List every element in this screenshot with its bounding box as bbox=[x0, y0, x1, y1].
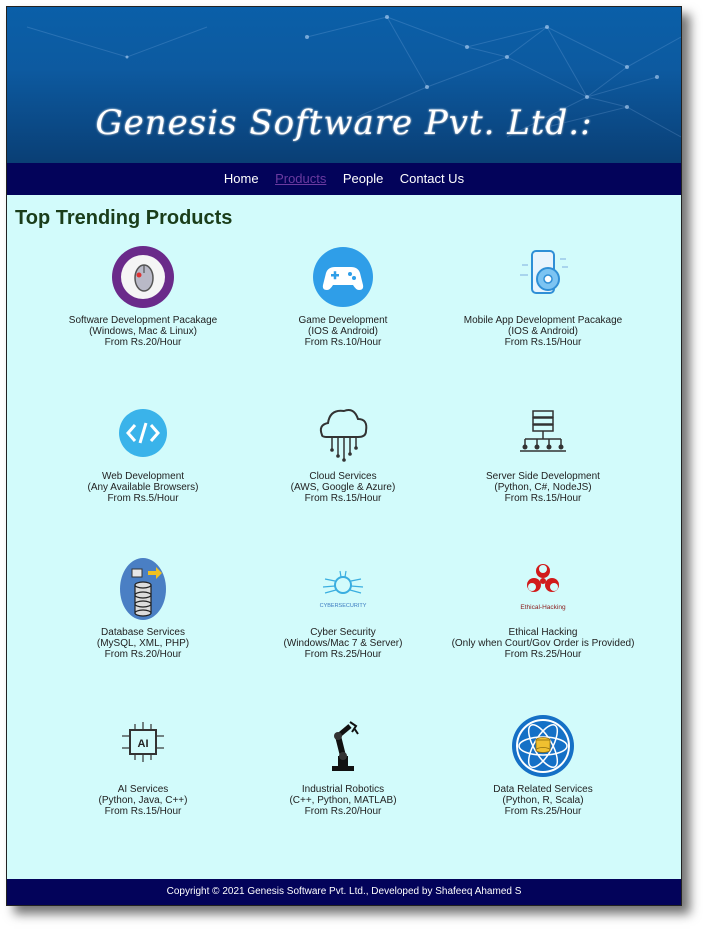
product-detail: (MySQL, XML, PHP) bbox=[96, 638, 190, 649]
product-card-cloud-services[interactable]: Cloud Services (AWS, Google & Azure) Fro… bbox=[233, 401, 453, 504]
product-price: From Rs.15/Hour bbox=[504, 337, 582, 348]
page-frame: Genesis Software Pvt. Ltd.: Home Product… bbox=[6, 6, 682, 906]
product-card-web-development[interactable]: Web Development (Any Available Browsers)… bbox=[33, 401, 253, 504]
product-price: From Rs.20/Hour bbox=[104, 649, 182, 660]
product-price: From Rs.15/Hour bbox=[304, 493, 382, 504]
mobile-gear-icon bbox=[520, 250, 568, 294]
robot-arm-icon bbox=[332, 721, 359, 771]
product-name: Ethical Hacking bbox=[508, 627, 578, 638]
product-detail: (C++, Python, MATLAB) bbox=[289, 795, 397, 806]
product-name: Cyber Security bbox=[310, 627, 376, 638]
product-name: Web Development bbox=[101, 471, 185, 482]
nav-people[interactable]: People bbox=[343, 163, 383, 195]
product-detail: (IOS & Android) bbox=[307, 326, 379, 337]
product-name: Data Related Services bbox=[493, 784, 593, 795]
product-card-ai-services[interactable]: AI AI Services (Python, Java, C++) From … bbox=[33, 714, 253, 817]
product-detail: (Any Available Browsers) bbox=[87, 482, 199, 493]
product-detail: (Python, Java, C++) bbox=[98, 795, 188, 806]
product-name: Server Side Development bbox=[486, 471, 600, 482]
ai-chip-icon: AI bbox=[122, 722, 164, 762]
product-name: Database Services bbox=[101, 627, 185, 638]
cloud-icon bbox=[319, 409, 368, 462]
database-icon bbox=[120, 558, 166, 620]
biohazard-icon: Ethical-Hacking bbox=[520, 564, 566, 611]
product-name: Game Development bbox=[298, 315, 388, 326]
product-price: From Rs.15/Hour bbox=[104, 806, 182, 817]
product-card-data-related-services[interactable]: Data Related Services (Python, R, Scala)… bbox=[433, 714, 653, 817]
software-development-badge-icon bbox=[112, 246, 174, 308]
product-detail: (Only when Court/Gov Order is Provided) bbox=[451, 638, 635, 649]
code-icon bbox=[119, 409, 167, 457]
product-card-database-services[interactable]: Database Services (MySQL, XML, PHP) From… bbox=[33, 557, 253, 660]
product-price: From Rs.15/Hour bbox=[504, 493, 582, 504]
product-card-server-side-development[interactable]: Server Side Development (Python, C#, Nod… bbox=[433, 401, 653, 504]
cybersecurity-caption: CYBERSECURITY bbox=[320, 603, 367, 609]
product-card-game-development[interactable]: Game Development (IOS & Android) From Rs… bbox=[233, 245, 453, 348]
product-card-software-development[interactable]: Software Development Pacakage (Windows, … bbox=[33, 245, 253, 348]
product-name: Industrial Robotics bbox=[301, 784, 385, 795]
ethical-hacking-caption: Ethical-Hacking bbox=[520, 604, 566, 611]
product-detail: (IOS & Android) bbox=[507, 326, 579, 337]
product-card-ethical-hacking[interactable]: Ethical-Hacking Ethical Hacking (Only wh… bbox=[433, 557, 653, 660]
product-name: Mobile App Development Pacakage bbox=[463, 315, 623, 326]
page-title: Top Trending Products bbox=[15, 207, 233, 229]
product-detail: (Python, C#, NodeJS) bbox=[494, 482, 592, 493]
product-card-industrial-robotics[interactable]: Industrial Robotics (C++, Python, MATLAB… bbox=[233, 714, 453, 817]
product-name: AI Services bbox=[117, 784, 169, 795]
nav-home[interactable]: Home bbox=[224, 163, 259, 195]
main-nav: Home Products People Contact Us bbox=[7, 163, 681, 195]
product-price: From Rs.25/Hour bbox=[304, 649, 382, 660]
nav-contact-us[interactable]: Contact Us bbox=[400, 163, 464, 195]
product-detail: (Windows/Mac 7 & Server) bbox=[283, 638, 403, 649]
footer-copyright: Copyright © 2021 Genesis Software Pvt. L… bbox=[166, 886, 522, 897]
server-network-icon bbox=[520, 410, 566, 452]
product-price: From Rs.25/Hour bbox=[504, 649, 582, 660]
cybersecurity-icon: CYBERSECURITY bbox=[320, 570, 367, 609]
product-detail: (Windows, Mac & Linux) bbox=[89, 326, 197, 337]
product-card-cyber-security[interactable]: CYBERSECURITY Cyber Security (Windows/Ma… bbox=[233, 557, 453, 660]
product-detail: (AWS, Google & Azure) bbox=[290, 482, 396, 493]
product-card-mobile-app-development[interactable]: Mobile App Development Pacakage (IOS & A… bbox=[433, 245, 653, 348]
product-price: From Rs.10/Hour bbox=[304, 337, 382, 348]
product-detail: (Python, R, Scala) bbox=[502, 795, 584, 806]
product-price: From Rs.20/Hour bbox=[104, 337, 182, 348]
brand-title: Genesis Software Pvt. Ltd.: bbox=[95, 103, 593, 143]
gamepad-icon bbox=[313, 247, 373, 307]
header-banner: Genesis Software Pvt. Ltd.: bbox=[7, 7, 681, 163]
footer: Copyright © 2021 Genesis Software Pvt. L… bbox=[7, 879, 681, 905]
product-name: Software Development Pacakage bbox=[68, 315, 218, 326]
ai-caption: AI bbox=[138, 738, 149, 750]
product-price: From Rs.5/Hour bbox=[107, 493, 179, 504]
data-globe-icon bbox=[512, 715, 574, 777]
product-price: From Rs.25/Hour bbox=[504, 806, 582, 817]
nav-products[interactable]: Products bbox=[275, 163, 326, 195]
product-price: From Rs.20/Hour bbox=[304, 806, 382, 817]
product-name: Cloud Services bbox=[309, 471, 377, 482]
